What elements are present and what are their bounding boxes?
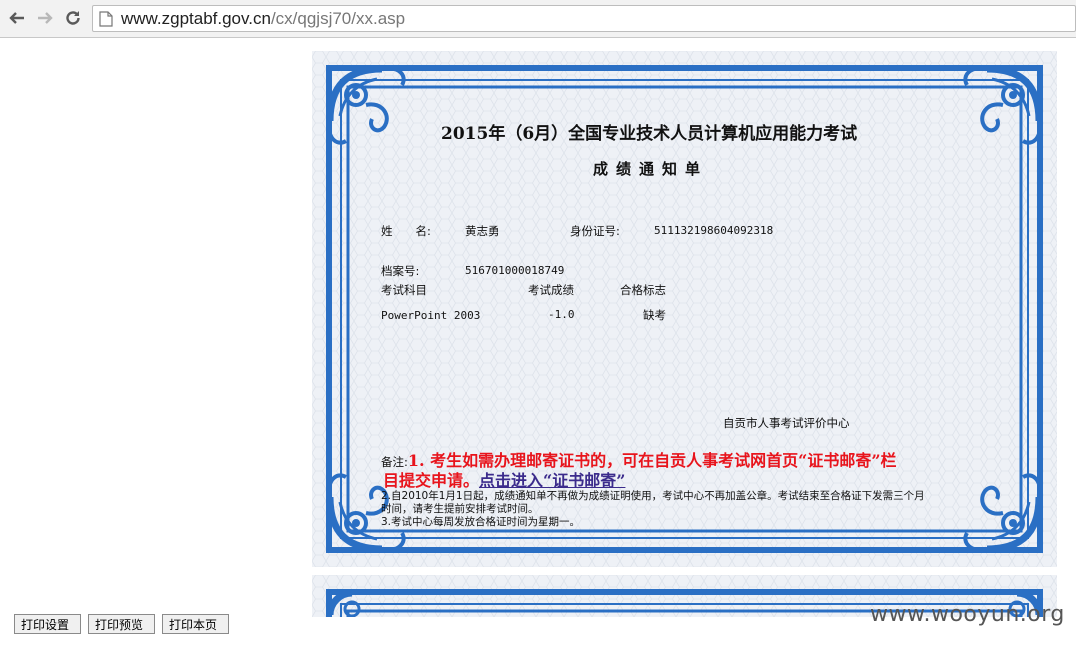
url-path: /cx/qgjsj70/xx.asp [270,8,406,28]
back-button[interactable] [6,7,28,29]
row-status: 缺考 [643,308,666,322]
id-label: 身份证号: [570,224,620,238]
reload-button[interactable] [62,7,84,29]
print-preview-button[interactable]: 打印预览 [88,614,155,634]
print-setup-button[interactable]: 打印设置 [14,614,81,634]
id-value: 511132198604092318 [654,224,774,237]
table-header-subject: 考试科目 [381,283,427,297]
issuer: 自贡市人事考试评价中心 [723,416,850,430]
url-host: www.zgptabf.gov.cn [121,8,271,28]
page-icon [99,10,113,27]
name-value: 黄志勇 [465,224,500,238]
file-no-value: 516701000018749 [465,264,565,277]
forward-button[interactable] [34,7,56,29]
row-subject: PowerPoint 2003 [381,309,481,322]
reload-icon [66,11,80,25]
table-header-status: 合格标志 [620,283,666,297]
watermark: www.wooyun.org [870,602,1065,627]
mail-certificate-link[interactable]: 点击进入“证书邮寄” [479,471,625,490]
score-certificate: 2015年（6月）全国专业技术人员计算机应用能力考试 成绩通知单 姓 名: 黄志… [312,51,1057,567]
address-bar[interactable]: www.zgptabf.gov.cn/cx/qgjsj70/xx.asp [92,5,1076,32]
note1-line2: 目提交申请。 [383,471,480,490]
note2-line2: 时间，请考生提前安排考试时间。 [381,503,539,515]
file-no-label: 档案号: [381,264,420,278]
print-page-button[interactable]: 打印本页 [162,614,229,634]
name-label: 姓 名: [381,224,431,238]
arrow-left-icon [9,12,24,24]
certificate-title: 2015年（6月）全国专业技术人员计算机应用能力考试 [441,124,858,144]
certificate-subtitle: 成绩通知单 [593,160,709,178]
url-text: www.zgptabf.gov.cn/cx/qgjsj70/xx.asp [121,9,405,29]
note3: 3.考试中心每周发放合格证时间为星期一。 [381,516,581,528]
arrow-right-icon [38,12,53,24]
note2-line1: 2.自2010年1月1日起，成绩通知单不再做为成绩证明使用，考试中心不再加盖公章… [381,490,925,502]
note-line-2: 目提交申请。点击进入“证书邮寄” [383,467,625,491]
row-score: -1.0 [548,308,575,321]
browser-toolbar: www.zgptabf.gov.cn/cx/qgjsj70/xx.asp [0,0,1076,38]
table-header-score: 考试成绩 [528,283,574,297]
